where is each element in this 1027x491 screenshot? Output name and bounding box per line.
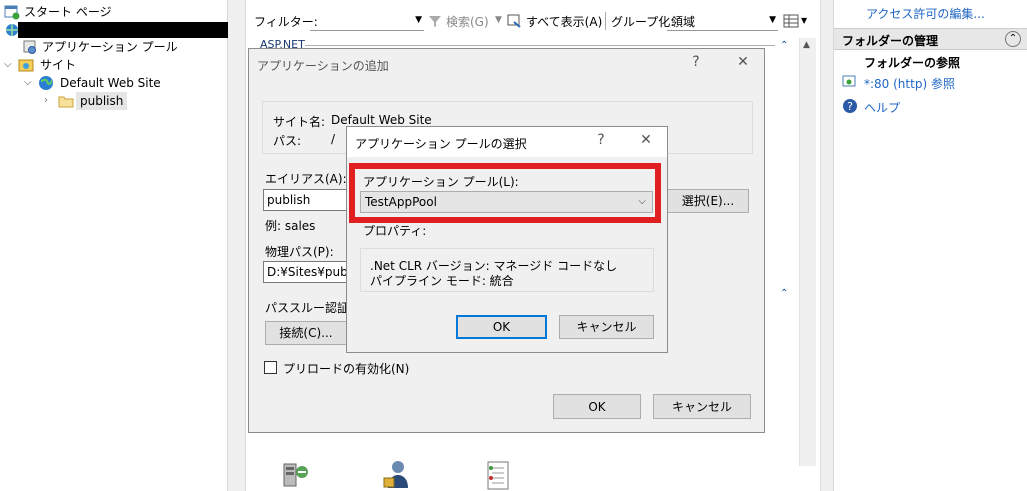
show-all-button[interactable]: すべて表示(A): [526, 13, 602, 30]
svg-text:?: ?: [847, 100, 853, 113]
collapse-section-icon[interactable]: ⌃: [780, 288, 788, 299]
physical-path-label: 物理パス(P):: [265, 245, 334, 259]
section-divider: [305, 45, 775, 46]
tree-item-label: Default Web Site: [60, 76, 161, 90]
site-name-value: Default Web Site: [331, 113, 432, 127]
help-button[interactable]: ?: [591, 132, 611, 148]
close-button[interactable]: ✕: [733, 54, 753, 70]
alias-label: エイリアス(A):: [265, 172, 347, 186]
collapse-chevron-icon[interactable]: ⌵: [24, 74, 34, 92]
view-dropdown-icon[interactable]: ▼: [801, 16, 807, 25]
group-by-select[interactable]: 領域 ▼: [667, 11, 778, 31]
connect-as-button[interactable]: 接続(C)...: [265, 321, 347, 345]
globe-icon: [39, 76, 53, 90]
collapse-section-icon[interactable]: ⌃: [780, 40, 788, 51]
search-button[interactable]: 検索(G): [446, 13, 489, 30]
filter-bar: フィルター: ▼ 検索(G) ▼ すべて表示(A) グループ化: 領域 ▼ ▼: [246, 8, 814, 34]
scroll-up-icon[interactable]: ▲: [803, 40, 810, 50]
feature-icon-modules[interactable]: [482, 458, 514, 491]
ok-button[interactable]: OK: [553, 394, 641, 419]
alias-input[interactable]: publish: [263, 189, 353, 211]
preload-checkbox[interactable]: [264, 361, 277, 374]
dialog-title: アプリケーション プールの選択: [355, 137, 527, 151]
passthrough-auth-label: パススルー認証: [265, 301, 350, 315]
select-pool-button[interactable]: 選択(E)...: [667, 189, 749, 213]
close-button[interactable]: ✕: [636, 132, 656, 148]
tree-item-label: アプリケーション プール: [42, 40, 178, 54]
dialog-titlebar[interactable]: アプリケーション プールの選択 ? ✕: [347, 127, 667, 157]
header-label: フォルダーの管理: [842, 34, 939, 48]
collapse-chevron-icon[interactable]: ⌵: [4, 56, 14, 74]
collapse-up-icon[interactable]: ⌃: [1005, 31, 1021, 47]
toolbar-separator: [605, 12, 606, 30]
physical-path-input[interactable]: D:¥Sites¥publish: [263, 261, 351, 283]
help-link[interactable]: ヘルプ: [864, 99, 900, 116]
select-app-pool-dialog: アプリケーション プールの選択 ? ✕ アプリケーション プール(L): Tes…: [346, 126, 668, 353]
filter-label: フィルター:: [254, 15, 318, 29]
pipeline-mode-text: パイプライン モード: 統合: [370, 274, 514, 288]
help-button[interactable]: ?: [686, 54, 706, 70]
app-pool-icon: [23, 40, 36, 54]
browse-icon: [842, 75, 856, 87]
vertical-scrollbar[interactable]: ▲: [799, 38, 816, 466]
filter-input[interactable]: ▼: [310, 11, 424, 31]
selected-server-node[interactable]: [18, 22, 228, 38]
dialog-title: アプリケーションの追加: [257, 59, 389, 73]
connections-tree: スタート ページ アプリケーション プール ⌵ サイト ⌵ Default We…: [0, 0, 228, 491]
search-dropdown-icon[interactable]: ▼: [495, 15, 502, 25]
funnel-icon: [429, 16, 441, 27]
dialog-titlebar[interactable]: アプリケーションの追加 ? ✕: [249, 49, 764, 79]
dropdown-arrow-icon: ▼: [769, 15, 776, 25]
ok-button[interactable]: OK: [456, 315, 547, 339]
right-splitter[interactable]: [820, 0, 834, 491]
help-icon: ?: [843, 99, 857, 113]
sites-folder-icon: [18, 59, 34, 72]
path-label: パス:: [273, 134, 302, 148]
path-value: /: [331, 132, 336, 146]
server-icon: [6, 24, 18, 36]
tree-item-label: publish: [76, 92, 128, 110]
folder-icon: [58, 96, 74, 108]
left-splitter[interactable]: [228, 0, 246, 491]
alias-example: 例: sales: [265, 219, 316, 233]
group-by-label: グループ化:: [611, 15, 675, 29]
site-name-label: サイト名:: [273, 115, 326, 129]
group-by-value: 領域: [671, 15, 696, 29]
cancel-button[interactable]: キャンセル: [653, 394, 751, 419]
tree-item-label: サイト: [40, 58, 77, 72]
feature-icon-authentication[interactable]: [280, 458, 312, 491]
edit-permissions-link[interactable]: アクセス許可の編集...: [866, 5, 985, 22]
cancel-button[interactable]: キャンセル: [559, 315, 654, 339]
browse-folder-title: フォルダーの参照: [864, 56, 961, 70]
highlight-annotation: [349, 163, 661, 223]
expand-chevron-icon[interactable]: ›: [44, 92, 54, 110]
feature-icon-authorization[interactable]: [380, 458, 414, 491]
actions-pane: アクセス許可の編集... フォルダーの管理 ⌃ フォルダーの参照 *:80 (h…: [834, 0, 1027, 491]
folder-manage-header[interactable]: フォルダーの管理 ⌃: [834, 28, 1027, 50]
browse-http-link[interactable]: *:80 (http) 参照: [864, 75, 955, 92]
dropdown-arrow-icon: ▼: [415, 15, 422, 25]
view-mode-icon[interactable]: [783, 13, 799, 29]
tree-item-label: スタート ページ: [24, 5, 112, 19]
properties-label: プロパティ:: [363, 224, 427, 238]
start-page-icon: [4, 5, 20, 20]
show-all-icon: [507, 14, 521, 28]
preload-label: プリロードの有効化(N): [283, 362, 410, 376]
